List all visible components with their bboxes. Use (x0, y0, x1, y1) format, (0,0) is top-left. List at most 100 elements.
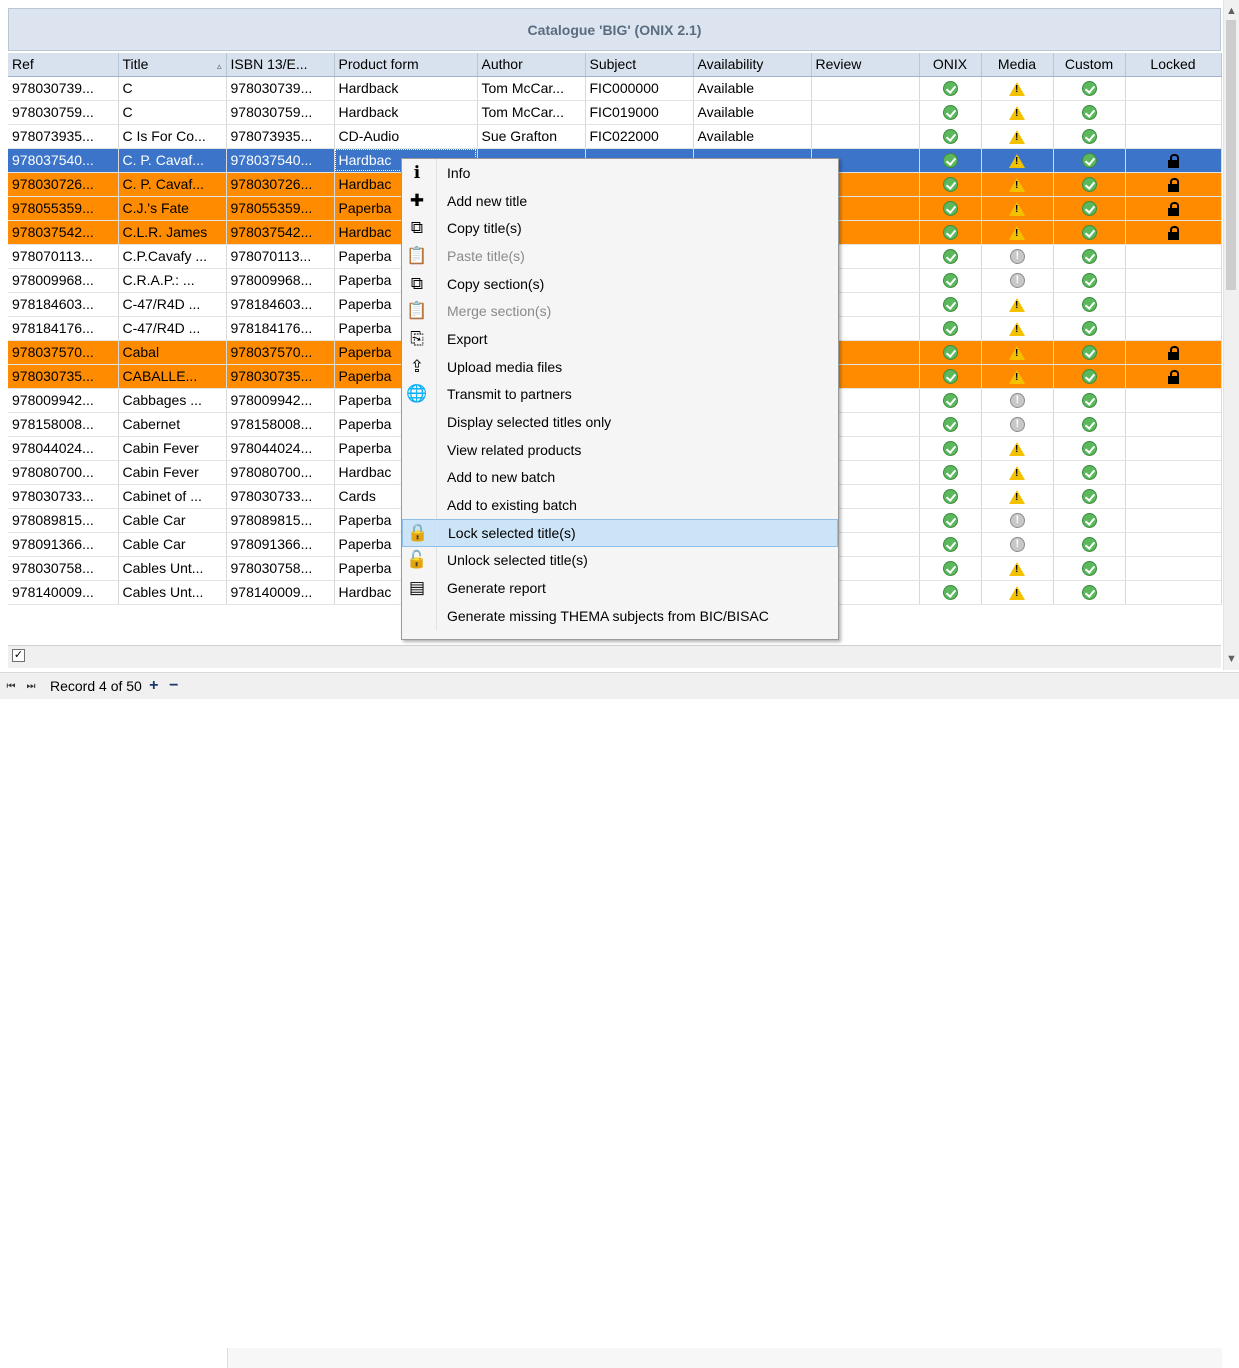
cell-onix[interactable] (919, 460, 982, 485)
cell-custom[interactable] (1053, 100, 1126, 125)
cell-ref[interactable]: 978070113... (8, 244, 119, 269)
cell-subject[interactable]: FIC022000 (585, 124, 694, 149)
cell-custom[interactable] (1053, 364, 1126, 389)
cell-isbn[interactable]: 978089815... (226, 508, 335, 533)
cell-media[interactable] (981, 388, 1054, 413)
cell-custom[interactable] (1053, 220, 1126, 245)
cell-media[interactable] (981, 268, 1054, 293)
cell-ref[interactable]: 978080700... (8, 460, 119, 485)
cell-isbn[interactable]: 978091366... (226, 532, 335, 557)
cell-isbn[interactable]: 978037542... (226, 220, 335, 245)
cell-custom[interactable] (1053, 124, 1126, 149)
cell-custom[interactable] (1053, 460, 1126, 485)
column-header-locked[interactable]: Locked (1125, 53, 1222, 77)
cell-media[interactable] (981, 244, 1054, 269)
cell-onix[interactable] (919, 100, 982, 125)
cell-isbn[interactable]: 978184176... (226, 316, 335, 341)
cell-locked[interactable] (1125, 268, 1222, 293)
cell-title[interactable]: C.L.R. James (118, 220, 227, 245)
cell-media[interactable] (981, 292, 1054, 317)
table-row[interactable]: 978073935... C Is For Co... 978073935... CD… (8, 124, 1222, 149)
cell-review[interactable] (811, 124, 920, 149)
column-header-isbn-13-e[interactable]: ISBN 13/E... (226, 53, 335, 77)
cell-title[interactable]: C Is For Co... (118, 124, 227, 149)
cell-review[interactable] (811, 100, 920, 125)
column-header-author[interactable]: Author (477, 53, 586, 77)
cell-media[interactable] (981, 316, 1054, 341)
cell-ref[interactable]: 978030739... (8, 76, 119, 101)
cell-isbn[interactable]: 978140009... (226, 580, 335, 605)
cell-title[interactable]: Cables Unt... (118, 556, 227, 581)
cell-media[interactable] (981, 412, 1054, 437)
cell-locked[interactable] (1125, 556, 1222, 581)
cell-title[interactable]: Cabbages ... (118, 388, 227, 413)
cell-media[interactable] (981, 460, 1054, 485)
cell-title[interactable]: C (118, 100, 227, 125)
cell-locked[interactable] (1125, 172, 1222, 197)
vertical-scrollbar[interactable]: ▲ ▼ (1223, 0, 1239, 670)
scroll-thumb[interactable] (1226, 20, 1236, 290)
cell-locked[interactable] (1125, 436, 1222, 461)
cell-subject[interactable]: FIC000000 (585, 76, 694, 101)
column-header-custom[interactable]: Custom (1053, 53, 1126, 77)
cell-locked[interactable] (1125, 124, 1222, 149)
cell-ref[interactable]: 978158008... (8, 412, 119, 437)
delete-record-button[interactable]: − (166, 678, 182, 694)
cell-title[interactable]: Cable Car (118, 532, 227, 557)
menu-item-copy-section-s[interactable]: ⧉ Copy section(s) (402, 269, 838, 298)
column-header-ref[interactable]: Ref (8, 53, 119, 77)
cell-media[interactable] (981, 76, 1054, 101)
cell-custom[interactable] (1053, 316, 1126, 341)
cell-locked[interactable] (1125, 364, 1222, 389)
cell-locked[interactable] (1125, 340, 1222, 365)
cell-media[interactable] (981, 124, 1054, 149)
cell-media[interactable] (981, 364, 1054, 389)
menu-item-lock-selected-title-s[interactable]: 🔒 Lock selected title(s) (402, 518, 838, 547)
scroll-up-icon[interactable]: ▲ (1224, 2, 1239, 20)
cell-author[interactable]: Sue Grafton (477, 124, 586, 149)
cell-media[interactable] (981, 532, 1054, 557)
cell-isbn[interactable]: 978080700... (226, 460, 335, 485)
cell-custom[interactable] (1053, 556, 1126, 581)
cell-custom[interactable] (1053, 292, 1126, 317)
cell-ref[interactable]: 978009968... (8, 268, 119, 293)
cell-isbn[interactable]: 978009942... (226, 388, 335, 413)
cell-title[interactable]: C. P. Cavaf... (118, 148, 227, 173)
cell-onix[interactable] (919, 292, 982, 317)
menu-item-export[interactable]: ⎘ Export (402, 325, 838, 353)
cell-title[interactable]: Cabin Fever (118, 436, 227, 461)
cell-media[interactable] (981, 340, 1054, 365)
cell-isbn[interactable]: 978030733... (226, 484, 335, 509)
table-row[interactable]: 978030759... C 978030759... Hardback Tom McC… (8, 100, 1222, 125)
column-header-onix[interactable]: ONIX (919, 53, 982, 77)
cell-locked[interactable] (1125, 220, 1222, 245)
cell-review[interactable] (811, 76, 920, 101)
cell-onix[interactable] (919, 556, 982, 581)
cell-locked[interactable] (1125, 76, 1222, 101)
cell-isbn[interactable]: 978030726... (226, 172, 335, 197)
cell-locked[interactable] (1125, 244, 1222, 269)
cell-onix[interactable] (919, 484, 982, 509)
cell-isbn[interactable]: 978037570... (226, 340, 335, 365)
cell-media[interactable] (981, 484, 1054, 509)
cell-ref[interactable]: 978009942... (8, 388, 119, 413)
column-header-subject[interactable]: Subject (585, 53, 694, 77)
last-record-icon[interactable]: ⏭ (22, 677, 40, 695)
cell-ref[interactable]: 978030733... (8, 484, 119, 509)
cell-custom[interactable] (1053, 340, 1126, 365)
cell-locked[interactable] (1125, 508, 1222, 533)
cell-onix[interactable] (919, 388, 982, 413)
cell-title[interactable]: C.R.A.P.: ... (118, 268, 227, 293)
cell-author[interactable]: Tom McCar... (477, 100, 586, 125)
cell-media[interactable] (981, 556, 1054, 581)
column-header-review[interactable]: Review (811, 53, 920, 77)
cell-custom[interactable] (1053, 388, 1126, 413)
cell-custom[interactable] (1053, 268, 1126, 293)
menu-item-display-selected-titles-only[interactable]: Display selected titles only (402, 408, 838, 436)
cell-locked[interactable] (1125, 148, 1222, 173)
menu-item-copy-title-s[interactable]: ⧉ Copy title(s) (402, 214, 838, 243)
cell-media[interactable] (981, 172, 1054, 197)
cell-custom[interactable] (1053, 508, 1126, 533)
cell-onix[interactable] (919, 340, 982, 365)
cell-onix[interactable] (919, 76, 982, 101)
